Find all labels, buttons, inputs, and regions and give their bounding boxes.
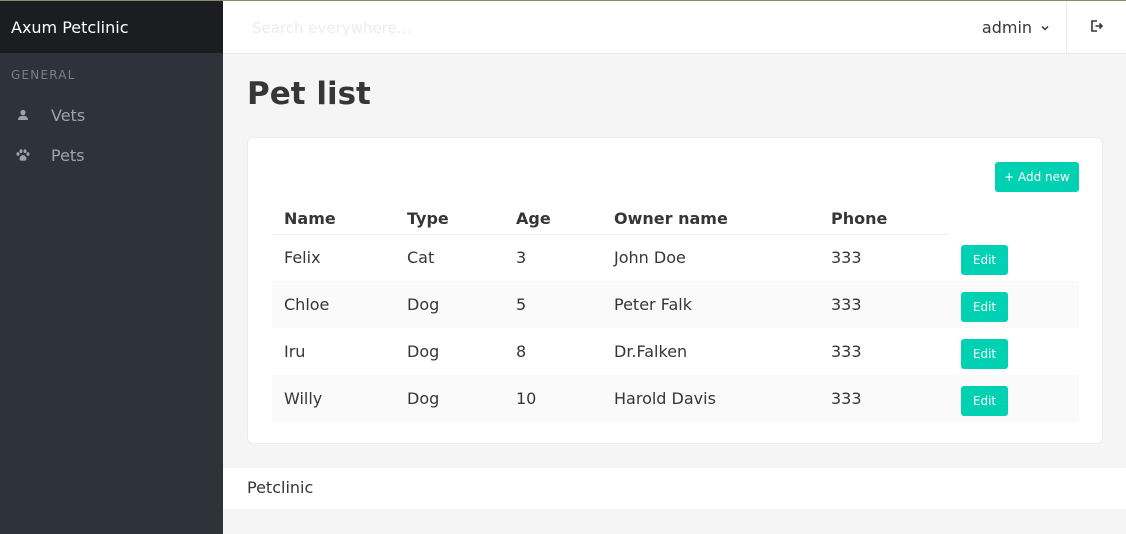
- sidebar-item-pets[interactable]: Pets: [0, 135, 223, 175]
- cell-name: Felix: [284, 248, 321, 268]
- cell-action: Edit: [949, 328, 1079, 375]
- sidebar-item-label: Pets: [51, 145, 85, 165]
- cell-owner: John Doe: [614, 248, 686, 268]
- cell-action: Edit: [949, 234, 1079, 281]
- cell-name: Iru: [284, 342, 306, 361]
- logout-icon: [1090, 18, 1104, 37]
- top-navbar: Axum Petclinic admin: [0, 0, 1126, 54]
- column-header-name: Name: [272, 200, 395, 235]
- table-row: Iru Dog 8 Dr.Falken 333 Edit: [272, 328, 1079, 375]
- cell-age: 8: [516, 342, 527, 361]
- search-input[interactable]: [242, 13, 762, 43]
- user-menu-label: admin: [981, 18, 1033, 37]
- cell-phone: 333: [831, 248, 862, 268]
- cell-age: 10: [504, 375, 602, 422]
- footer: Petclinic: [223, 468, 1126, 509]
- logout-button[interactable]: [1066, 1, 1126, 54]
- cell-type: Cat: [407, 248, 435, 268]
- cell-phone: 333: [819, 281, 949, 328]
- table-row: Chloe Dog 5 Peter Falk 333 Edit: [272, 281, 1079, 328]
- add-new-button[interactable]: + Add new: [995, 162, 1079, 192]
- edit-button[interactable]: Edit: [961, 245, 1008, 275]
- sidebar: GENERAL Vets Pets: [0, 53, 223, 534]
- cell-phone: 333: [819, 375, 949, 422]
- table-row: Felix Cat 3 John Doe 333 Edit: [272, 234, 1079, 281]
- pet-list-card: + Add new Name Type Age Owner name Phone…: [247, 137, 1103, 444]
- cell-phone: 333: [831, 342, 862, 361]
- cell-type: Dog: [395, 375, 504, 422]
- cell-owner: Dr.Falken: [614, 342, 688, 361]
- cell-name: Chloe: [272, 281, 395, 328]
- cell-owner: Peter Falk: [602, 281, 819, 328]
- column-header-actions: [949, 200, 1079, 234]
- cell-action: Edit: [949, 375, 1079, 422]
- table-header-row: Name Type Age Owner name Phone: [272, 200, 1079, 235]
- cell-age: 5: [504, 281, 602, 328]
- sidebar-item-label: Vets: [51, 105, 86, 125]
- sidebar-section-label: GENERAL: [11, 68, 76, 82]
- page-title: Pet list: [247, 76, 371, 112]
- column-header-type: Type: [395, 200, 504, 235]
- cell-name: Willy: [272, 375, 395, 422]
- user-menu-dropdown[interactable]: admin: [966, 1, 1066, 54]
- cell-type: Dog: [395, 281, 504, 328]
- edit-button[interactable]: Edit: [961, 292, 1008, 322]
- edit-button[interactable]: Edit: [961, 339, 1008, 369]
- table-row: Willy Dog 10 Harold Davis 333 Edit: [272, 375, 1079, 422]
- cell-action: Edit: [949, 281, 1079, 328]
- cell-type: Dog: [407, 342, 440, 361]
- column-header-owner: Owner name: [602, 200, 819, 235]
- column-header-phone: Phone: [819, 200, 949, 235]
- chevron-down-icon: [1040, 18, 1050, 37]
- cell-owner: Harold Davis: [602, 375, 819, 422]
- column-header-age: Age: [504, 200, 602, 235]
- paw-icon: [16, 148, 30, 162]
- sidebar-item-vets[interactable]: Vets: [0, 95, 223, 135]
- edit-button[interactable]: Edit: [961, 386, 1008, 416]
- user-icon: [16, 108, 30, 122]
- app-brand[interactable]: Axum Petclinic: [0, 1, 223, 54]
- pet-table: Name Type Age Owner name Phone Felix Cat…: [272, 200, 1079, 422]
- cell-age: 3: [516, 248, 527, 268]
